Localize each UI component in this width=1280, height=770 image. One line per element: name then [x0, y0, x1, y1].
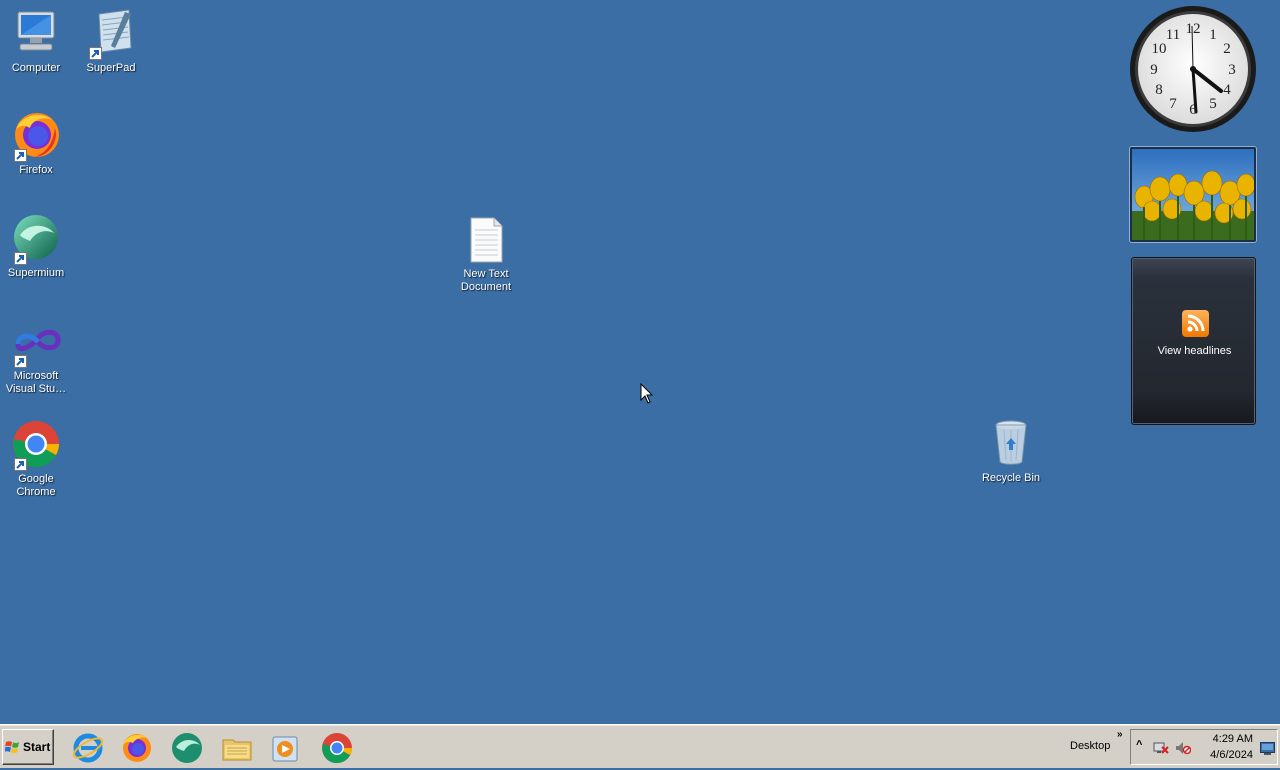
system-tray: ^ 4:29 AM 4/6/2024 [1130, 729, 1278, 765]
chrome-icon [10, 419, 62, 471]
text-document-icon [460, 214, 512, 266]
mouse-cursor-icon [640, 382, 654, 410]
desktop-icon-visual-studio[interactable]: Microsoft Visual Stu… [0, 316, 74, 396]
desktop-icon-label: Recycle Bin [981, 472, 1041, 484]
shortcut-arrow-icon [14, 355, 27, 368]
taskbar-media-player[interactable] [269, 731, 303, 765]
start-button[interactable]: Start [2, 729, 54, 765]
taskbar-firefox[interactable] [120, 731, 154, 765]
folder-icon [222, 739, 252, 761]
desktop-icon-label: New Text Document [460, 268, 512, 293]
desktop-icon-firefox[interactable]: Firefox [0, 110, 74, 177]
desktop-icon-superpad[interactable]: SuperPad [73, 8, 149, 75]
clock-gadget[interactable]: 12 1 2 3 4 5 6 7 8 9 10 11 [1128, 4, 1258, 134]
notepad-icon [85, 8, 137, 60]
desktop-icon-label: Supermium [7, 267, 65, 279]
volume-muted-icon[interactable] [1175, 741, 1192, 755]
desktop-icon-google-chrome[interactable]: Google Chrome [0, 419, 74, 499]
clock-numeral: 4 [1223, 82, 1231, 98]
rss-icon [1182, 310, 1209, 337]
chrome-icon [322, 733, 352, 764]
supermium-icon [172, 733, 202, 763]
computer-icon [10, 8, 62, 60]
windows-flag-icon [5, 741, 19, 754]
clock-numeral: 12 [1186, 21, 1201, 37]
taskbar-supermium[interactable] [170, 731, 204, 765]
desktop-icon-label: Firefox [19, 164, 53, 176]
view-headlines-link[interactable]: View headlines [1132, 345, 1257, 357]
desktop-icon-recycle-bin[interactable]: Recycle Bin [973, 418, 1049, 485]
clock-numeral: 10 [1152, 41, 1167, 57]
taskbar: Start Desktop » ^ 4:29 AM 4/6/2024 [0, 724, 1280, 768]
clock-numeral: 8 [1155, 82, 1163, 98]
clock-numeral: 5 [1209, 96, 1217, 112]
taskbar-file-explorer[interactable] [220, 731, 254, 765]
recycle-bin-icon [985, 418, 1037, 470]
desktop: Computer SuperPad Firefox Supermium Micr… [0, 0, 1280, 724]
shortcut-arrow-icon [14, 149, 27, 162]
show-hidden-icons-icon[interactable]: ^ [1136, 739, 1142, 751]
clock-numeral: 11 [1166, 27, 1180, 43]
shortcut-arrow-icon [14, 458, 27, 471]
firefox-icon [123, 734, 151, 762]
feed-headlines-gadget[interactable]: View headlines [1131, 257, 1256, 425]
clock-numeral: 1 [1209, 27, 1217, 43]
toolbar-chevron-icon[interactable]: » [1117, 729, 1123, 740]
desktop-icon-new-text-document[interactable]: New Text Document [448, 214, 524, 294]
desktop-icon-label: Google Chrome [16, 473, 56, 498]
slideshow-gadget[interactable] [1130, 147, 1256, 242]
desktop-icon-supermium[interactable]: Supermium [0, 213, 74, 280]
desktop-icon-label: Microsoft Visual Stu… [5, 370, 67, 395]
clock-time[interactable]: 4:29 AM [1205, 733, 1253, 745]
supermium-icon [10, 213, 62, 265]
clock-numeral: 7 [1169, 96, 1177, 112]
start-label: Start [23, 740, 51, 754]
clock-numeral: 3 [1228, 62, 1236, 78]
media-player-icon [272, 736, 298, 762]
clock-numeral: 9 [1150, 62, 1158, 78]
desktop-toolbar-label[interactable]: Desktop [1070, 740, 1110, 752]
tulips-photo [1132, 149, 1254, 240]
taskbar-google-chrome[interactable] [320, 731, 354, 765]
internet-explorer-icon [72, 733, 104, 763]
shortcut-arrow-icon [14, 252, 27, 265]
desktop-icon-label: SuperPad [86, 62, 136, 74]
firefox-icon [10, 110, 62, 162]
visual-studio-icon [10, 316, 62, 368]
taskbar-internet-explorer[interactable] [71, 731, 105, 765]
desktop-icon-computer[interactable]: Computer [0, 8, 74, 75]
network-error-icon[interactable] [1153, 741, 1169, 755]
clock-numeral: 2 [1223, 41, 1231, 57]
shortcut-arrow-icon [89, 47, 102, 60]
desktop-icon-label: Computer [11, 62, 61, 74]
show-desktop-icon[interactable] [1260, 742, 1275, 755]
clock-date[interactable]: 4/6/2024 [1199, 749, 1253, 761]
